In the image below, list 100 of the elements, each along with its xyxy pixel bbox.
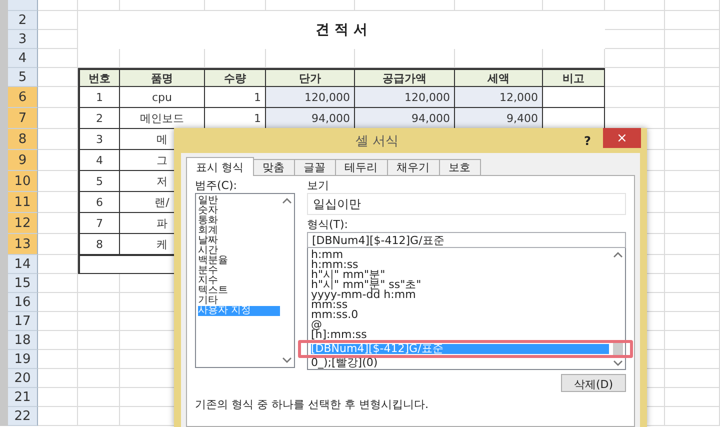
hint-text: 기존의 형식 중 하나를 선택한 후 변형시킵니다. bbox=[195, 397, 430, 412]
format-input-field[interactable]: [DBNum4][$-412]G/표준 bbox=[307, 232, 626, 248]
table-cell: 8 bbox=[78, 234, 120, 255]
row-header[interactable]: 6 bbox=[8, 87, 38, 108]
tab[interactable]: 보호 bbox=[438, 159, 480, 175]
empty-cell bbox=[665, 108, 720, 129]
sheet-title: 견 적 서 bbox=[314, 21, 368, 40]
format-item[interactable]: h"시" mm"분" ss"초" bbox=[311, 280, 609, 290]
empty-cell bbox=[665, 369, 720, 388]
empty-cell bbox=[665, 11, 720, 30]
table-cell: 2 bbox=[78, 108, 120, 129]
empty-cell bbox=[665, 255, 720, 274]
format-item[interactable]: h"시" mm"분" bbox=[311, 270, 609, 280]
tab[interactable]: 채우기 bbox=[386, 159, 440, 175]
table-cell: 5 bbox=[78, 171, 120, 192]
row-header[interactable]: 20 bbox=[8, 369, 38, 388]
row-header[interactable]: 18 bbox=[8, 331, 38, 350]
column-header: 공급가액 bbox=[355, 68, 455, 87]
empty-cell bbox=[665, 171, 720, 192]
table-cell: 7 bbox=[78, 213, 120, 234]
category-item[interactable]: 분수 bbox=[198, 266, 280, 276]
table-cell: 4 bbox=[78, 150, 120, 171]
format-item[interactable]: yyyy-mm-dd h:mm bbox=[311, 290, 609, 300]
format-item[interactable]: 0_);[빨강](0) bbox=[311, 358, 609, 368]
empty-cell bbox=[605, 30, 665, 49]
empty-cell bbox=[78, 0, 120, 11]
table-cell: 9,400 bbox=[455, 108, 543, 129]
column-header: 세액 bbox=[455, 68, 543, 87]
format-item[interactable]: h:mm bbox=[311, 250, 609, 260]
row-header[interactable]: 13 bbox=[8, 234, 38, 255]
empty-cell bbox=[665, 150, 720, 171]
row-header[interactable]: 15 bbox=[8, 274, 38, 293]
row-header[interactable]: 9 bbox=[8, 150, 38, 171]
empty-cell bbox=[205, 0, 266, 11]
dialog-title: 셀 서식 bbox=[354, 132, 400, 150]
row-header[interactable]: 21 bbox=[8, 388, 38, 407]
empty-cell bbox=[665, 87, 720, 108]
empty-cell bbox=[665, 0, 720, 11]
row-header[interactable]: 2 bbox=[8, 11, 38, 30]
column-header: 단가 bbox=[266, 68, 355, 87]
empty-cell bbox=[665, 388, 720, 407]
empty-cell bbox=[665, 312, 720, 331]
row-header[interactable]: 14 bbox=[8, 255, 38, 274]
row-header[interactable]: 19 bbox=[8, 350, 38, 369]
column-header: 품명 bbox=[120, 68, 205, 87]
format-item[interactable]: mm:ss bbox=[311, 300, 609, 310]
category-item[interactable]: 기타 bbox=[198, 296, 280, 306]
tab[interactable]: 맞춤 bbox=[252, 159, 294, 175]
tab[interactable]: 글꼴 bbox=[294, 159, 336, 175]
row-header[interactable]: 7 bbox=[8, 108, 38, 129]
row-header[interactable]: 3 bbox=[8, 30, 38, 49]
close-button[interactable]: × bbox=[603, 128, 641, 148]
column-header: 비고 bbox=[543, 68, 605, 87]
scroll-up-icon[interactable] bbox=[613, 252, 623, 258]
row-header[interactable]: 8 bbox=[8, 129, 38, 150]
empty-cell bbox=[665, 129, 720, 150]
empty-cell bbox=[543, 0, 605, 11]
table-cell: 120,000 bbox=[355, 87, 455, 108]
empty-cell bbox=[665, 234, 720, 255]
category-item[interactable]: 지수 bbox=[198, 276, 280, 286]
row-header[interactable]: 12 bbox=[8, 213, 38, 234]
empty-cell bbox=[665, 407, 720, 426]
empty-cell bbox=[665, 213, 720, 234]
help-button[interactable]: ? bbox=[580, 134, 595, 148]
row-header[interactable]: 22 bbox=[8, 407, 38, 426]
table-cell: 94,000 bbox=[266, 108, 355, 129]
category-list[interactable]: 일반 숫자 통화 회계 날짜 시간 백분율 분수 지수 텍스트 기타 사용자 지정 bbox=[195, 193, 295, 368]
table-cell: 94,000 bbox=[355, 108, 455, 129]
format-item[interactable]: @ bbox=[311, 320, 609, 330]
column-header: 수량 bbox=[205, 68, 266, 87]
empty-cell bbox=[665, 192, 720, 213]
empty-cell bbox=[665, 30, 720, 49]
scroll-down-icon[interactable] bbox=[282, 357, 292, 363]
format-item[interactable]: mm:ss.0 bbox=[311, 310, 609, 320]
delete-button[interactable]: 삭제(D) bbox=[560, 374, 626, 392]
preview-value: 일십이만 bbox=[307, 193, 626, 215]
format-item[interactable]: [h]:mm:ss bbox=[311, 330, 609, 340]
tab[interactable]: 표시 형식 bbox=[186, 157, 254, 176]
row-header[interactable]: 16 bbox=[8, 293, 38, 312]
row-header[interactable]: 17 bbox=[8, 312, 38, 331]
table-cell: 12,000 bbox=[455, 87, 543, 108]
row-header[interactable]: 11 bbox=[8, 192, 38, 213]
empty-cell bbox=[665, 331, 720, 350]
row-header[interactable]: 4 bbox=[8, 49, 38, 68]
scroll-down-icon[interactable] bbox=[613, 360, 623, 366]
preview-label: 보기 bbox=[307, 179, 330, 193]
table-cell: 1 bbox=[78, 87, 120, 108]
category-item[interactable]: 백분율 bbox=[198, 256, 280, 266]
table-cell: 120,000 bbox=[266, 87, 355, 108]
format-label: 형식(T): bbox=[307, 218, 350, 232]
empty-cell bbox=[665, 350, 720, 369]
column-header: 번호 bbox=[78, 68, 120, 87]
scroll-up-icon[interactable] bbox=[282, 198, 292, 204]
table-cell: 6 bbox=[78, 192, 120, 213]
tab[interactable]: 테두리 bbox=[334, 159, 388, 175]
category-item[interactable]: 텍스트 bbox=[198, 286, 280, 296]
row-header[interactable]: 10 bbox=[8, 171, 38, 192]
empty-cell bbox=[605, 49, 665, 68]
row-header[interactable]: 5 bbox=[8, 68, 38, 87]
format-item[interactable]: h:mm:ss bbox=[311, 260, 609, 270]
